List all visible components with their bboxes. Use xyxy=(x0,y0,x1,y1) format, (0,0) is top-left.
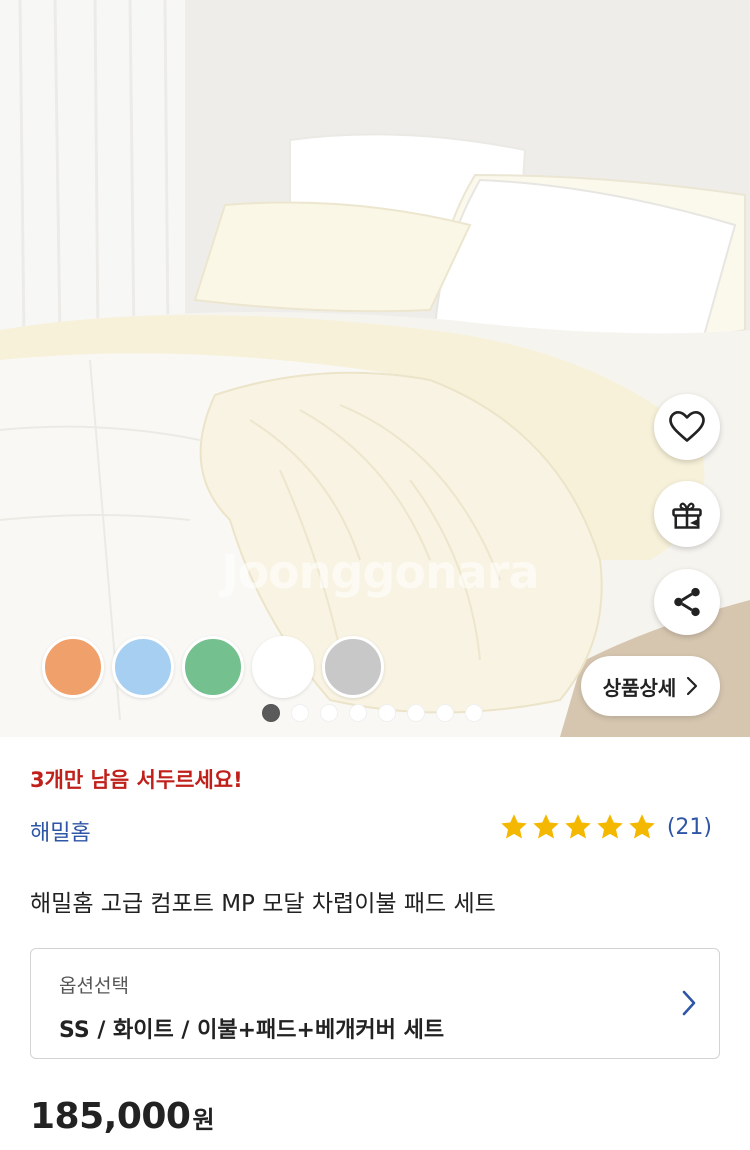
share-button[interactable] xyxy=(654,569,720,635)
star-icon xyxy=(565,814,591,839)
product-image-carousel[interactable]: Joonggonara 상품상세 xyxy=(0,0,750,737)
share-icon xyxy=(674,587,700,617)
option-value: SS / 화이트 / 이불+패드+베개커버 세트 xyxy=(59,1018,445,1043)
color-swatch-gray[interactable] xyxy=(322,636,384,698)
color-swatch-orange[interactable] xyxy=(42,636,104,698)
star-icon xyxy=(629,814,655,839)
option-select[interactable]: 옵션선택 SS / 화이트 / 이불+패드+베개커버 세트 xyxy=(30,948,720,1059)
price-unit: 원 xyxy=(192,1106,215,1134)
gift-icon xyxy=(672,502,702,529)
watermark: Joonggonara xyxy=(221,545,539,599)
carousel-dot[interactable] xyxy=(291,704,309,722)
product-detail-label: 상품상세 xyxy=(602,675,677,700)
product-photo xyxy=(0,0,750,737)
color-swatch-white[interactable] xyxy=(252,636,314,698)
option-label: 옵션선택 xyxy=(59,975,129,997)
chevron-right-icon xyxy=(682,990,696,1016)
like-button[interactable] xyxy=(654,394,720,460)
gift-button[interactable] xyxy=(654,481,720,547)
carousel-dot[interactable] xyxy=(465,704,483,722)
carousel-dot[interactable] xyxy=(407,704,425,722)
carousel-indicator xyxy=(262,704,483,722)
star-icon xyxy=(533,814,559,839)
color-swatch-green[interactable] xyxy=(182,636,244,698)
price: 185,000 원 xyxy=(30,1096,215,1137)
carousel-dot[interactable] xyxy=(378,704,396,722)
color-swatch-blue[interactable] xyxy=(112,636,174,698)
product-title: 해밀홈 고급 컴포트 MP 모달 차렵이불 패드 세트 xyxy=(30,891,496,917)
heart-icon xyxy=(669,410,705,442)
brand-link[interactable]: 해밀홈 xyxy=(30,815,91,847)
carousel-dot[interactable] xyxy=(320,704,338,722)
color-swatches xyxy=(42,636,384,698)
rating[interactable]: (21) xyxy=(499,812,712,842)
rating-count: (21) xyxy=(666,814,712,840)
carousel-dot[interactable] xyxy=(436,704,454,722)
carousel-dot[interactable] xyxy=(349,704,367,722)
price-value: 185,000 xyxy=(30,1096,191,1137)
product-detail-button[interactable]: 상품상세 xyxy=(581,656,720,716)
star-icon xyxy=(597,814,623,839)
stock-urgency-text: 3개만 남음 서두르세요! xyxy=(30,768,243,792)
rating-stars xyxy=(499,812,657,842)
star-icon xyxy=(501,814,527,839)
chevron-right-icon xyxy=(687,676,698,696)
carousel-dot[interactable] xyxy=(262,704,280,722)
